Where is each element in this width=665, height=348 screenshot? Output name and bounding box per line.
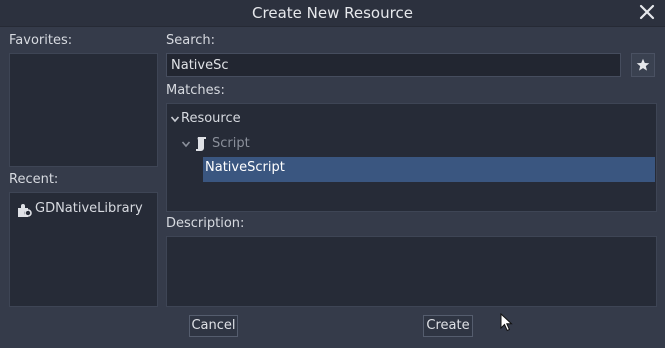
tree-item-nativescript[interactable]: NativeScript [203,157,655,182]
gdnative-plugin-icon [16,202,32,222]
close-icon[interactable] [637,2,657,22]
search-label: Search: [166,33,216,48]
recent-item[interactable]: GDNativeLibrary [16,200,156,220]
favorites-list[interactable] [9,53,158,167]
tree-item-script[interactable]: Script [181,133,381,155]
description-label: Description: [166,216,245,231]
mouse-cursor-icon [500,312,514,337]
favorites-label: Favorites: [9,33,73,48]
chevron-down-icon [181,133,191,163]
tree-item-label: Resource [181,111,241,126]
recent-item-label: GDNativeLibrary [35,201,143,216]
tree-item-label: Script [212,136,250,151]
create-button[interactable]: Create [423,315,473,337]
cancel-button[interactable]: Cancel [189,315,238,337]
tree-item-label: NativeScript [205,160,285,175]
search-input[interactable] [166,53,621,77]
tree-item-resource[interactable]: Resource [170,108,370,130]
title-bar: Create New Resource [0,0,665,27]
matches-label: Matches: [166,83,225,98]
recent-label: Recent: [9,172,59,187]
favorite-button[interactable] [631,53,655,77]
chevron-down-icon [170,108,180,138]
description-box [166,236,657,307]
dialog-title: Create New Resource [252,4,413,22]
star-icon [636,58,650,71]
recent-list[interactable]: GDNativeLibrary [9,192,158,307]
